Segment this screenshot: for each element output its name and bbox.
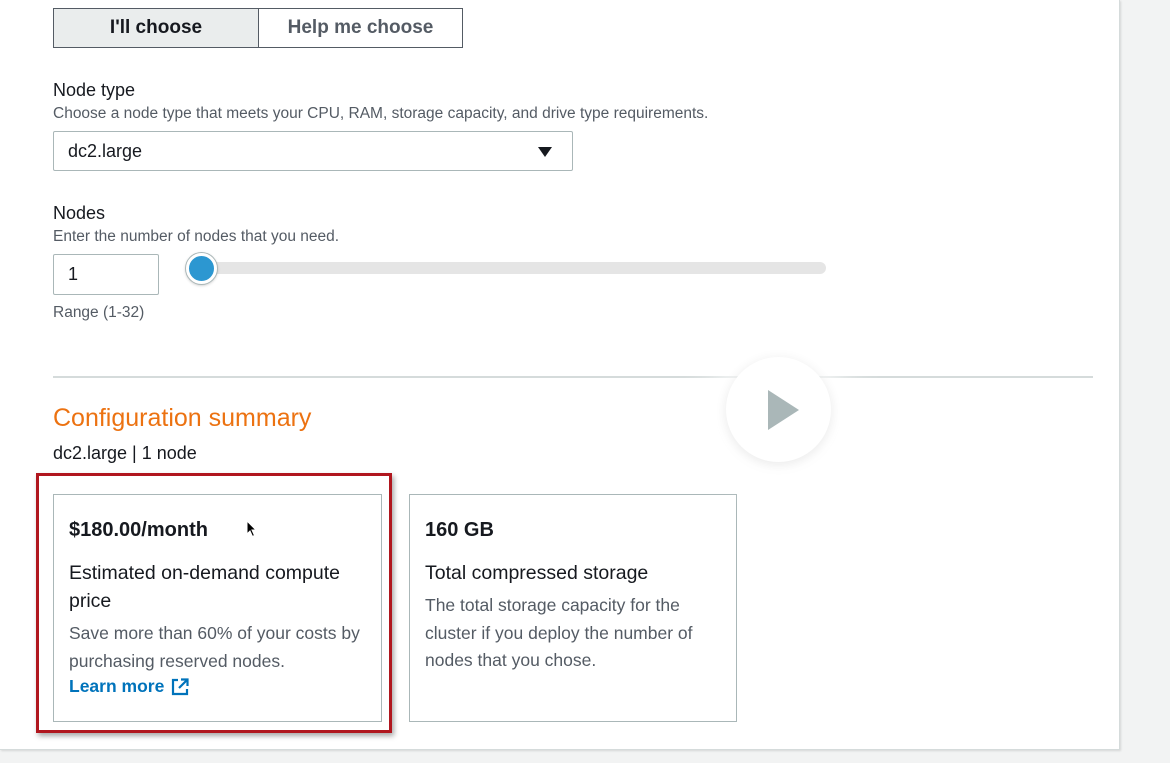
ill-choose-button[interactable]: I'll choose	[53, 8, 259, 48]
caret-down-icon	[538, 147, 552, 157]
play-icon	[768, 390, 799, 430]
choose-mode-toggle: I'll choose Help me choose	[53, 8, 463, 48]
node-type-select[interactable]: dc2.large	[53, 131, 573, 171]
price-card-highlight-frame	[36, 473, 392, 733]
storage-capacity: 160 GB	[425, 519, 494, 541]
storage-card-heading: Total compressed storage	[425, 562, 649, 584]
nodes-count-value: 1	[68, 264, 79, 284]
node-type-value: dc2.large	[68, 140, 143, 161]
storage-card-body: The total storage capacity for the clust…	[425, 595, 693, 670]
nodes-description: Enter the number of nodes that you need.	[53, 228, 340, 245]
play-button[interactable]	[726, 357, 831, 462]
configuration-summary-heading: Configuration summary	[53, 404, 312, 432]
nodes-count-input[interactable]: 1	[53, 254, 159, 295]
node-type-description: Choose a node type that meets your CPU, …	[53, 105, 709, 122]
node-type-label: Node type	[53, 80, 136, 100]
nodes-slider-handle[interactable]	[186, 253, 217, 284]
nodes-label: Nodes	[53, 203, 106, 223]
mouse-pointer-icon	[246, 520, 258, 538]
help-me-choose-button[interactable]: Help me choose	[259, 8, 463, 48]
nodes-slider-track[interactable]	[194, 262, 826, 274]
configuration-summary-subtitle: dc2.large | 1 node	[53, 443, 197, 463]
storage-card: 160 GB Total compressed storage The tota…	[409, 494, 737, 722]
nodes-range-hint: Range (1-32)	[53, 304, 145, 321]
section-divider	[53, 376, 1093, 378]
